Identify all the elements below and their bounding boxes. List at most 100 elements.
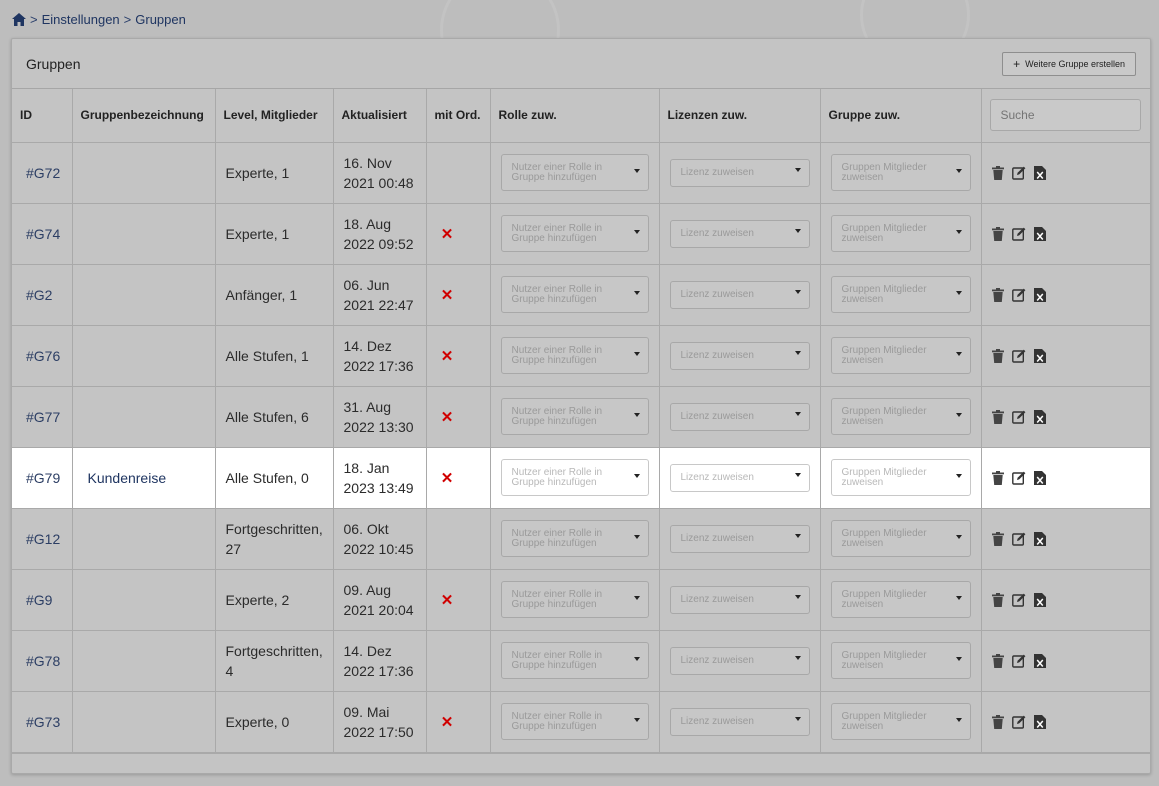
group-name: [72, 630, 216, 692]
trash-icon[interactable]: [991, 653, 1004, 668]
edit-icon[interactable]: [1011, 288, 1026, 302]
group-select[interactable]: Gruppen Mitglieder zuweisen: [830, 398, 971, 435]
license-select[interactable]: Lizenz zuweisen: [669, 219, 810, 248]
trash-icon[interactable]: [991, 470, 1004, 485]
table-row: #G78 Fortgeschritten, 4 14. Dez 2022 17:…: [12, 630, 1150, 692]
chevron-down-icon: [633, 596, 640, 600]
edit-icon[interactable]: [1011, 410, 1026, 424]
group-select[interactable]: Gruppen Mitglieder zuweisen: [830, 215, 971, 252]
license-select[interactable]: Lizenz zuweisen: [669, 524, 810, 553]
excel-export-icon[interactable]: [1033, 287, 1046, 302]
edit-icon[interactable]: [1011, 532, 1026, 546]
trash-icon[interactable]: [991, 165, 1004, 180]
group-id: #G12: [12, 508, 73, 570]
home-icon[interactable]: [12, 12, 26, 26]
chevron-down-icon: [794, 655, 801, 660]
group-select[interactable]: Gruppen Mitglieder zuweisen: [830, 154, 971, 191]
license-select[interactable]: Lizenz zuweisen: [669, 463, 810, 492]
column-header-level[interactable]: Level, Mitglieder: [215, 89, 334, 143]
excel-export-icon[interactable]: [1033, 714, 1046, 729]
license-select-placeholder: Lizenz zuweisen: [680, 654, 754, 666]
excel-export-icon[interactable]: [1033, 653, 1046, 668]
license-cell: Lizenz zuweisen: [659, 630, 821, 692]
group-level-members: Experte, 1: [215, 203, 334, 265]
group-select-placeholder: Gruppen Mitglieder zuweisen: [841, 222, 927, 244]
role-select[interactable]: Nutzer einer Rolle in Gruppe hinzufügen: [500, 398, 649, 435]
column-header-name[interactable]: Gruppenbezeichnung: [72, 89, 216, 143]
group-id: #G9: [12, 569, 73, 631]
breadcrumb-settings-link[interactable]: Einstellungen: [42, 12, 120, 27]
chevron-down-icon: [633, 230, 640, 234]
edit-icon[interactable]: [1011, 593, 1026, 607]
chevron-down-icon: [955, 718, 962, 722]
excel-export-icon[interactable]: [1033, 531, 1046, 546]
group-select[interactable]: Gruppen Mitglieder zuweisen: [830, 703, 971, 740]
role-select-placeholder: Nutzer einer Rolle in Gruppe hinzufügen: [511, 405, 603, 427]
search-input[interactable]: [989, 99, 1141, 132]
edit-icon[interactable]: [1011, 654, 1026, 668]
group-level-members: Experte, 0: [215, 691, 334, 753]
role-select[interactable]: Nutzer einer Rolle in Gruppe hinzufügen: [500, 337, 649, 374]
group-select[interactable]: Gruppen Mitglieder zuweisen: [830, 520, 971, 557]
trash-icon[interactable]: [991, 714, 1004, 729]
trash-icon[interactable]: [991, 531, 1004, 546]
license-select[interactable]: Lizenz zuweisen: [669, 280, 810, 309]
role-select[interactable]: Nutzer einer Rolle in Gruppe hinzufügen: [500, 215, 649, 252]
license-select[interactable]: Lizenz zuweisen: [669, 158, 810, 187]
excel-export-icon[interactable]: [1033, 470, 1046, 485]
with-ord-cell: ✕: [426, 691, 491, 753]
group-select[interactable]: Gruppen Mitglieder zuweisen: [830, 581, 971, 618]
edit-icon[interactable]: [1011, 166, 1026, 180]
excel-export-icon[interactable]: [1033, 592, 1046, 607]
column-header-updated[interactable]: Aktualisiert: [333, 89, 427, 143]
group-select[interactable]: Gruppen Mitglieder zuweisen: [830, 459, 971, 496]
excel-export-icon[interactable]: [1033, 165, 1046, 180]
group-updated: 18. Aug 2022 09:52: [333, 203, 427, 265]
role-select[interactable]: Nutzer einer Rolle in Gruppe hinzufügen: [500, 703, 649, 740]
group-assign-cell: Gruppen Mitglieder zuweisen: [820, 264, 982, 326]
column-header-id[interactable]: ID: [12, 89, 73, 143]
group-assign-cell: Gruppen Mitglieder zuweisen: [820, 630, 982, 692]
excel-export-icon[interactable]: [1033, 409, 1046, 424]
role-select[interactable]: Nutzer einer Rolle in Gruppe hinzufügen: [500, 581, 649, 618]
trash-icon[interactable]: [991, 409, 1004, 424]
group-assign-cell: Gruppen Mitglieder zuweisen: [820, 447, 982, 509]
excel-export-icon[interactable]: [1033, 348, 1046, 363]
role-select[interactable]: Nutzer einer Rolle in Gruppe hinzufügen: [500, 154, 649, 191]
excel-export-icon[interactable]: [1033, 226, 1046, 241]
trash-icon[interactable]: [991, 287, 1004, 302]
role-select[interactable]: Nutzer einer Rolle in Gruppe hinzufügen: [500, 642, 649, 679]
group-assign-cell: Gruppen Mitglieder zuweisen: [820, 508, 982, 570]
license-select[interactable]: Lizenz zuweisen: [669, 585, 810, 614]
license-select[interactable]: Lizenz zuweisen: [669, 341, 810, 370]
license-select[interactable]: Lizenz zuweisen: [669, 707, 810, 736]
role-select[interactable]: Nutzer einer Rolle in Gruppe hinzufügen: [500, 276, 649, 313]
license-select[interactable]: Lizenz zuweisen: [669, 402, 810, 431]
role-select[interactable]: Nutzer einer Rolle in Gruppe hinzufügen: [500, 459, 649, 496]
chevron-down-icon: [633, 718, 640, 722]
role-cell: Nutzer einer Rolle in Gruppe hinzufügen: [490, 386, 660, 448]
edit-icon[interactable]: [1011, 227, 1026, 241]
edit-icon[interactable]: [1011, 349, 1026, 363]
group-name: [72, 508, 216, 570]
trash-icon[interactable]: [991, 226, 1004, 241]
group-select[interactable]: Gruppen Mitglieder zuweisen: [830, 642, 971, 679]
group-select[interactable]: Gruppen Mitglieder zuweisen: [830, 276, 971, 313]
column-header-ord[interactable]: mit Ord.: [426, 89, 491, 143]
chevron-down-icon: [794, 350, 801, 355]
license-select[interactable]: Lizenz zuweisen: [669, 646, 810, 675]
add-group-button[interactable]: + Weitere Gruppe erstellen: [1002, 51, 1136, 76]
actions-cell: [981, 447, 1150, 509]
role-select[interactable]: Nutzer einer Rolle in Gruppe hinzufügen: [500, 520, 649, 557]
group-id: #G2: [12, 264, 73, 326]
actions-cell: [981, 508, 1150, 570]
edit-icon[interactable]: [1011, 471, 1026, 485]
updated-time: 2021 22:47: [343, 296, 414, 313]
chevron-down-icon: [794, 167, 801, 172]
group-select[interactable]: Gruppen Mitglieder zuweisen: [830, 337, 971, 374]
panel-footer: [12, 752, 1150, 774]
trash-icon[interactable]: [991, 348, 1004, 363]
edit-icon[interactable]: [1011, 715, 1026, 729]
group-level-members: Anfänger, 1: [215, 264, 334, 326]
trash-icon[interactable]: [991, 592, 1004, 607]
